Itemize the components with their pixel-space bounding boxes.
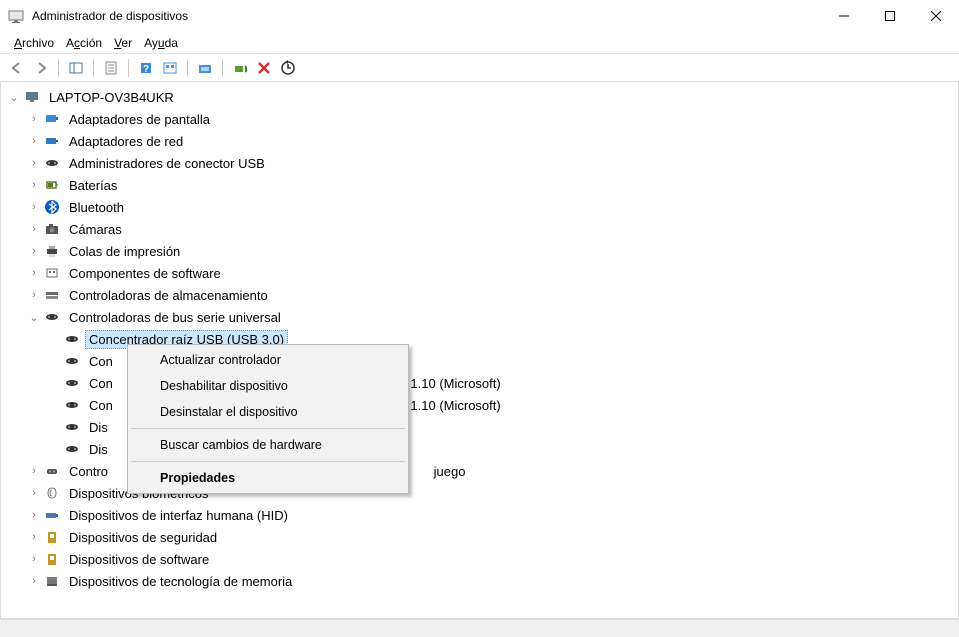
tree-root[interactable]: ⌄ LAPTOP-OV3B4UKR [7, 86, 958, 108]
enable-device-button[interactable] [229, 57, 251, 79]
status-bar [0, 619, 959, 637]
chevron-right-icon[interactable]: › [27, 486, 41, 500]
software-device-icon [43, 551, 61, 567]
software-component-icon [43, 265, 61, 281]
cat-display[interactable]: ›Adaptadores de pantalla [7, 108, 958, 130]
menu-help[interactable]: Ayuda [138, 34, 184, 52]
close-button[interactable] [913, 0, 959, 32]
client-area: ⌄ LAPTOP-OV3B4UKR ›Adaptadores de pantal… [0, 82, 959, 619]
chevron-right-icon[interactable]: › [27, 266, 41, 280]
cat-storage[interactable]: ›Controladoras de almacenamiento [7, 284, 958, 306]
cm-disable-device[interactable]: Deshabilitar dispositivo [130, 373, 406, 399]
usb-device-icon [63, 331, 81, 347]
usb-connector-icon [43, 155, 61, 171]
toolbar: ? [0, 54, 959, 82]
chevron-right-icon[interactable]: › [27, 156, 41, 170]
printer-icon [43, 243, 61, 259]
app-icon [8, 8, 24, 24]
chevron-right-icon[interactable]: › [27, 222, 41, 236]
cm-scan-hardware[interactable]: Buscar cambios de hardware [130, 432, 406, 458]
back-button[interactable] [6, 57, 28, 79]
cat-bluetooth[interactable]: ›Bluetooth [7, 196, 958, 218]
chevron-right-icon[interactable]: › [27, 112, 41, 126]
network-adapter-icon [43, 133, 61, 149]
properties-button[interactable] [100, 57, 122, 79]
cat-print-queues[interactable]: ›Colas de impresión [7, 240, 958, 262]
security-device-icon [43, 529, 61, 545]
cm-uninstall-device[interactable]: Desinstalar el dispositivo [130, 399, 406, 425]
usb-device-icon [63, 375, 81, 391]
usb-device-icon [63, 441, 81, 457]
cat-usb-connector[interactable]: ›Administradores de conector USB [7, 152, 958, 174]
menubar: Archivo Acción Ver Ayuda [0, 32, 959, 54]
menu-view[interactable]: Ver [108, 34, 138, 52]
cat-cameras[interactable]: ›Cámaras [7, 218, 958, 240]
chevron-right-icon[interactable]: › [27, 552, 41, 566]
device-tree-panel[interactable]: ⌄ LAPTOP-OV3B4UKR ›Adaptadores de pantal… [0, 82, 959, 619]
storage-controller-icon [43, 287, 61, 303]
menu-file[interactable]: Archivo [8, 34, 60, 52]
minimize-button[interactable] [821, 0, 867, 32]
chevron-right-icon[interactable]: › [27, 574, 41, 588]
memory-icon [43, 573, 61, 589]
scan-hardware-button[interactable] [277, 57, 299, 79]
window-controls [821, 0, 959, 32]
chevron-right-icon[interactable]: › [27, 530, 41, 544]
computer-icon [23, 89, 41, 105]
cat-usb-bus[interactable]: ⌄Controladoras de bus serie universal [7, 306, 958, 328]
window-title: Administrador de dispositivos [32, 9, 821, 23]
chevron-right-icon[interactable]: › [27, 464, 41, 478]
svg-text:?: ? [143, 64, 149, 75]
cm-separator [131, 428, 405, 429]
cm-separator [131, 461, 405, 462]
cat-hid[interactable]: ›Dispositivos de interfaz humana (HID) [7, 504, 958, 526]
display-adapter-icon [43, 111, 61, 127]
chevron-right-icon[interactable]: › [27, 244, 41, 258]
biometric-icon [43, 485, 61, 501]
device-tree: ⌄ LAPTOP-OV3B4UKR ›Adaptadores de pantal… [1, 84, 958, 596]
chevron-right-icon[interactable]: › [27, 200, 41, 214]
cat-software-devices[interactable]: ›Dispositivos de software [7, 548, 958, 570]
usb-device-icon [63, 419, 81, 435]
game-controller-icon [43, 463, 61, 479]
cm-update-driver[interactable]: Actualizar controlador [130, 347, 406, 373]
view-icons-button[interactable] [159, 57, 181, 79]
chevron-down-icon[interactable]: ⌄ [27, 310, 41, 324]
cat-software-components[interactable]: ›Componentes de software [7, 262, 958, 284]
battery-icon [43, 177, 61, 193]
uninstall-device-button[interactable] [253, 57, 275, 79]
usb-device-icon [63, 353, 81, 369]
cat-memory-tech[interactable]: ›Dispositivos de tecnología de memoria [7, 570, 958, 592]
chevron-right-icon[interactable]: › [27, 288, 41, 302]
maximize-button[interactable] [867, 0, 913, 32]
bluetooth-icon [43, 199, 61, 215]
title-bar: Administrador de dispositivos [0, 0, 959, 32]
context-menu: Actualizar controlador Deshabilitar disp… [127, 344, 409, 494]
camera-icon [43, 221, 61, 237]
usb-controller-icon [43, 309, 61, 325]
cat-batteries[interactable]: ›Baterías [7, 174, 958, 196]
usb-device-icon [63, 397, 81, 413]
forward-button[interactable] [30, 57, 52, 79]
tree-root-label: LAPTOP-OV3B4UKR [45, 88, 178, 107]
chevron-down-icon[interactable]: ⌄ [7, 90, 21, 104]
chevron-right-icon[interactable]: › [27, 178, 41, 192]
cat-network[interactable]: ›Adaptadores de red [7, 130, 958, 152]
cm-properties[interactable]: Propiedades [130, 465, 406, 491]
chevron-right-icon[interactable]: › [27, 134, 41, 148]
chevron-right-icon[interactable]: › [27, 508, 41, 522]
help-button[interactable]: ? [135, 57, 157, 79]
update-driver-button[interactable] [194, 57, 216, 79]
show-hide-tree-button[interactable] [65, 57, 87, 79]
cat-security[interactable]: ›Dispositivos de seguridad [7, 526, 958, 548]
menu-action[interactable]: Acción [60, 34, 108, 52]
hid-icon [43, 507, 61, 523]
